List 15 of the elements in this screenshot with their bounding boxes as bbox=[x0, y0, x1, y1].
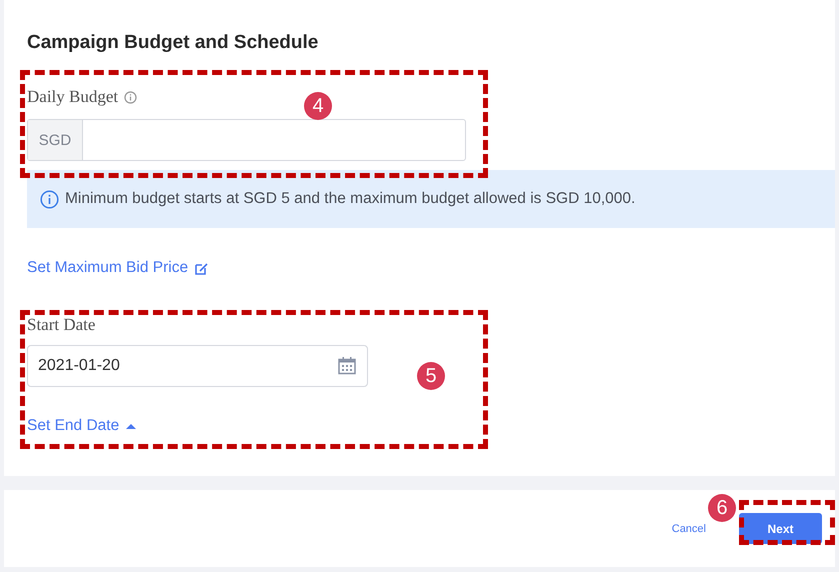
info-icon bbox=[124, 90, 138, 104]
calendar-icon[interactable] bbox=[337, 356, 357, 376]
date-field[interactable]: 2021-01-20 bbox=[27, 345, 368, 387]
edit-icon bbox=[194, 260, 210, 276]
currency-prefix: SGD bbox=[28, 120, 83, 160]
bid-price-link[interactable]: Set Maximum Bid Price bbox=[27, 259, 210, 277]
date-value: 2021-01-20 bbox=[38, 357, 120, 375]
budget-field[interactable]: SGD bbox=[27, 119, 466, 161]
section-title: Campaign Budget and Schedule bbox=[27, 32, 318, 54]
info-icon bbox=[40, 190, 59, 208]
notice-text: Minimum budget starts at SGD 5 and the maximum budget allowed is SGD 10,000. bbox=[65, 190, 636, 208]
field-label: Start Date bbox=[27, 315, 96, 335]
end-date-link[interactable]: Set End Date bbox=[27, 417, 138, 435]
cancel-link[interactable]: Cancel bbox=[672, 522, 706, 534]
field-label: Daily Budget bbox=[27, 87, 118, 107]
